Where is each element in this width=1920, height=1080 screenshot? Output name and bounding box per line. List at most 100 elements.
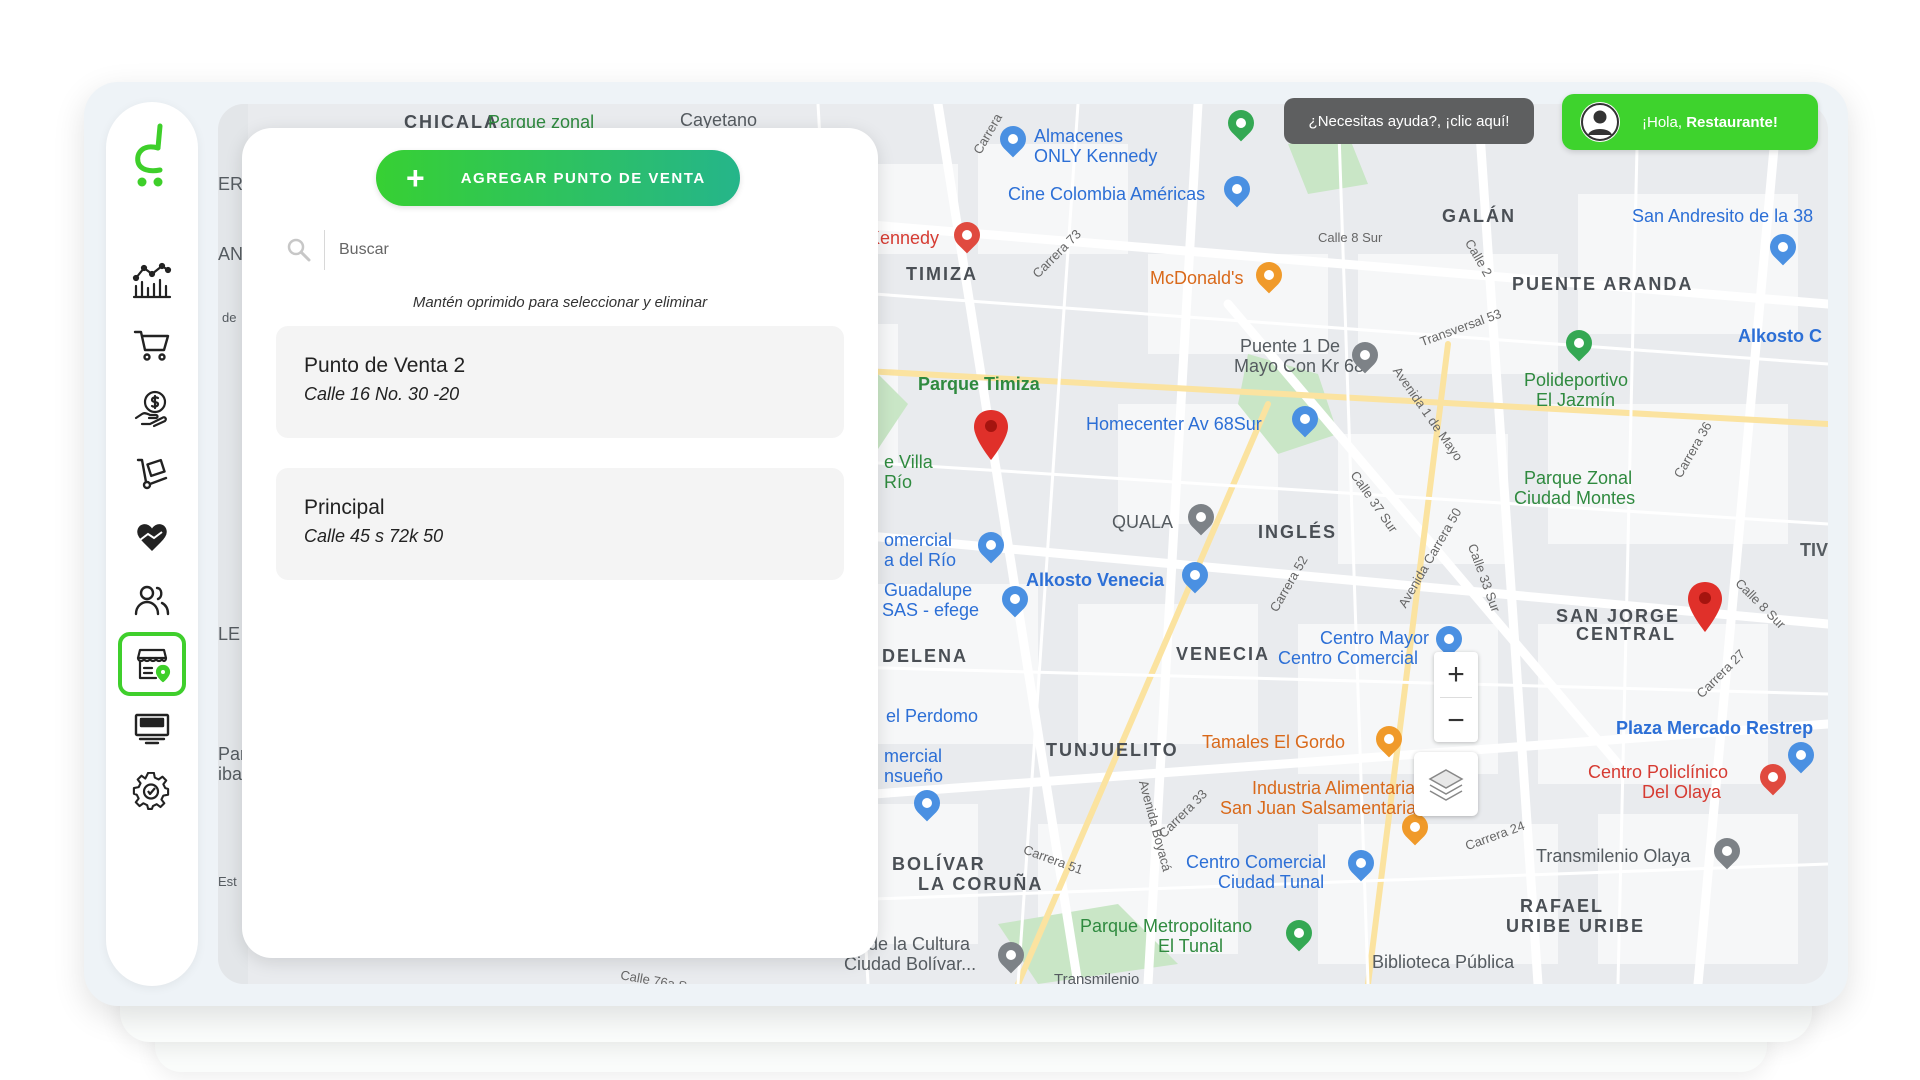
map-label-er: ER [218,174,244,194]
street-label: Calle 8 Sur [1318,230,1383,245]
search-icon [287,238,311,262]
map-label-transmilenio-olaya: Transmilenio Olaya [1536,846,1691,866]
map-label-homecenter: Homecenter Av 68Sur [1086,414,1262,434]
nav-settings[interactable] [122,762,182,822]
user-greeting-button[interactable]: ¡Hola, Restaurante! [1562,94,1818,150]
web-monitor-icon [134,713,170,745]
location-pin-icon[interactable] [974,410,1008,460]
sidebar [106,102,198,986]
map-label-est: Est [218,874,237,889]
map-label-centro-policlinico: Centro Policlínico [1588,762,1729,782]
nav-cart[interactable] [122,314,182,374]
greeting-text: ¡Hola, Restaurante! [1642,114,1778,131]
search-input[interactable] [339,241,819,259]
nav-points-of-sale[interactable] [118,632,186,696]
map-label-an: AN [218,244,244,264]
points-of-sale-panel: + AGREGAR PUNTO DE VENTA Mantén oprimido… [242,128,878,958]
point-of-sale-card[interactable]: Principal Calle 45 s 72k 50 [276,468,844,580]
zoom-control: + − [1434,652,1478,742]
map-label-polideportivo: Polideportivo [1524,370,1629,390]
map-label-alkosto-c: Alkosto C [1738,326,1823,346]
map-label-delena: DELENA [882,646,969,666]
money-hand-icon [134,390,167,428]
map-label-venecia: VENECIA [1176,644,1271,664]
map-label-san-andresito: San Andresito de la 38 [1632,206,1814,226]
store-location-icon [136,648,171,683]
map-label-mcdonalds: McDonald's [1150,268,1244,288]
map-label-timiza: TIMIZA [906,264,978,284]
map-label-mayo: Mayo Con Kr 68 [1234,356,1365,376]
users-icon [134,585,170,616]
map-label-transmilenio: Transmilenio [1054,971,1140,984]
map-label-cine-colombia: Cine Colombia Américas [1008,184,1206,204]
map-label-tamales: Tamales El Gordo [1202,732,1346,752]
map-label-ingles: INGLÉS [1258,522,1338,542]
app-logo-icon [135,123,163,187]
map-label-de-la-cultura: de la Cultura [868,934,971,954]
map-label-mercial: mercial [884,746,943,766]
map-label-la-coruna: LA CORUÑA [918,874,1044,894]
search-bar [286,228,826,272]
map-label-centro-mayor: Centro Mayor [1320,628,1430,648]
nav-users[interactable] [122,570,182,630]
nav-partners[interactable] [122,506,182,566]
map-label-centro-comercial: Centro Comercial [1278,648,1419,668]
map-label-uribe-uribe: URIBE URIBE [1506,916,1646,936]
chart-icon [132,262,172,299]
greeting-name: Restaurante! [1686,113,1778,131]
map-label-san-jorge: SAN JORGE [1556,606,1681,626]
nav-finance[interactable] [122,378,182,438]
point-address: Calle 45 s 72k 50 [304,526,444,546]
handshake-heart-icon [137,524,167,552]
map-label-alkosto-venecia: Alkosto Venecia [1026,570,1165,590]
greeting-prefix: ¡Hola, [1642,113,1687,131]
help-button[interactable]: ¿Necesitas ayuda?, ¡clic aquí! [1284,98,1534,144]
point-address: Calle 16 No. 30 -20 [304,384,460,404]
map-label-iba: iba [218,764,243,784]
map-label-galan: GALÁN [1442,206,1516,226]
map-label-villa: e Villa [884,452,933,472]
map-label-guadalupe: Guadalupe [884,580,973,600]
map-label-cayetano: Cayetano [680,110,758,130]
nav-web[interactable] [122,698,182,758]
map-label-omercial: omercial [884,530,953,550]
zoom-in-button[interactable]: + [1434,652,1478,697]
map-layers-button[interactable] [1414,752,1478,816]
map-label-puente-aranda: PUENTE ARANDA [1512,274,1694,294]
avatar [1580,102,1620,142]
map-label-le: LE [218,624,241,644]
map-label-almacenes: Almacenes [1034,126,1124,146]
map-label-cc-ciudad-tunal: Centro Comercial [1186,852,1327,872]
map-label-ciudad-bolivar: Ciudad Bolívar... [844,954,977,974]
map-label-puente1: Puente 1 De [1240,336,1341,356]
point-name: Principal [304,496,385,519]
point-of-sale-card[interactable]: Punto de Venta 2 Calle 16 No. 30 -20 [276,326,844,438]
map-label-tiv: TIV [1800,540,1828,560]
nav-analytics[interactable] [122,250,182,310]
map-label-el-jazmin: El Jazmín [1536,390,1616,410]
map-label-kennedy: Kennedy [868,228,940,248]
nav-delivery[interactable] [122,442,182,502]
map-label-del-rio: a del Río [884,550,957,570]
add-point-of-sale-button[interactable]: + AGREGAR PUNTO DE VENTA [376,150,740,206]
map-label-san-juan: San Juan Salsamentaria [1220,798,1417,818]
map-label-del-olaya: Del Olaya [1642,782,1722,802]
layers-icon [1428,769,1464,801]
gear-icon [132,772,170,810]
map-label-sas-efege: SAS - efege [882,600,980,620]
map-label-ciudad-montes: Ciudad Montes [1514,488,1636,508]
map-label-rafael: RAFAEL [1520,896,1604,916]
map-label-biblioteca: Biblioteca Pública [1372,952,1515,972]
map-label-parque-timiza: Parque Timiza [918,374,1040,394]
map-label-industria: Industria Alimentaria [1252,778,1416,798]
map-label-de: de [222,310,237,325]
location-pin-icon[interactable] [1688,582,1722,632]
user-icon [1581,103,1619,141]
point-name: Punto de Venta 2 [304,354,466,377]
add-button-label: AGREGAR PUNTO DE VENTA [460,169,706,187]
map-label-nsueno: nsueño [884,766,944,786]
plus-icon: + [406,160,425,196]
zoom-out-button[interactable]: − [1434,698,1478,743]
map-label-central: CENTRAL [1576,624,1676,644]
cart-icon [133,330,170,361]
